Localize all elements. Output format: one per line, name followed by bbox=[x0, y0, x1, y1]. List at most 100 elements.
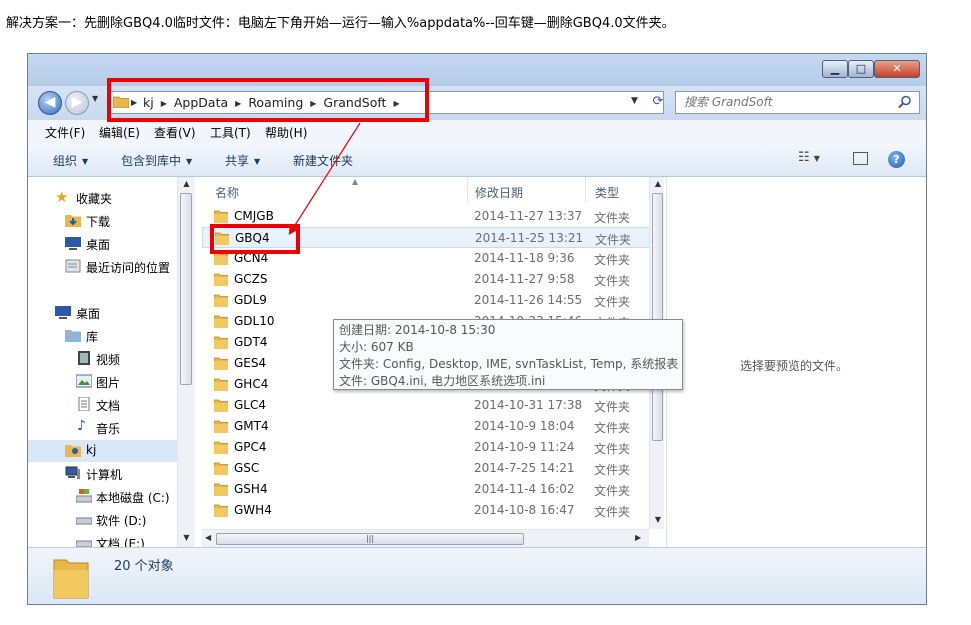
new-folder-button[interactable]: 新建文件夹 bbox=[293, 152, 353, 169]
folder-icon bbox=[214, 315, 228, 328]
star-icon: ★ bbox=[55, 188, 69, 206]
menu-file[interactable]: 文件(F) bbox=[45, 124, 85, 141]
file-name: GPC4 bbox=[234, 440, 267, 454]
view-options-icon[interactable]: ☷ ▼ bbox=[798, 150, 820, 165]
folder-tooltip: 创建日期: 2014-10-8 15:30 大小: 607 KB 文件夹: Co… bbox=[333, 319, 683, 390]
file-row-gsc[interactable]: GSC 2014-7-25 14:21 文件夹 bbox=[202, 458, 652, 479]
back-button[interactable]: ◀ bbox=[38, 91, 62, 115]
help-icon[interactable]: ? bbox=[888, 151, 905, 168]
search-input[interactable] bbox=[684, 95, 884, 109]
system-drive-icon bbox=[76, 489, 92, 503]
folder-icon bbox=[214, 294, 228, 307]
tooltip-size: 大小: 607 KB bbox=[339, 340, 414, 354]
folder-large-icon bbox=[53, 559, 89, 599]
file-row-gczs[interactable]: GCZS 2014-11-27 9:58 文件夹 bbox=[202, 269, 652, 290]
folder-icon bbox=[214, 357, 228, 370]
file-date: 2014-10-9 11:24 bbox=[474, 440, 575, 454]
file-date: 2014-7-25 14:21 bbox=[474, 461, 575, 475]
file-type: 文件夹 bbox=[595, 233, 632, 247]
sort-ascending-icon: ▲ bbox=[352, 177, 359, 186]
search-icon[interactable] bbox=[898, 95, 912, 109]
file-type: 文件夹 bbox=[594, 421, 631, 435]
scroll-up-icon[interactable]: ▲ bbox=[178, 179, 195, 188]
column-header-type[interactable]: 类型 bbox=[595, 184, 619, 201]
column-header-date[interactable]: 修改日期 bbox=[475, 184, 523, 201]
item-count: 20 个对象 bbox=[114, 559, 174, 574]
column-separator[interactable] bbox=[585, 177, 586, 203]
search-box[interactable] bbox=[675, 91, 920, 114]
file-date: 2014-11-27 13:37 bbox=[474, 209, 583, 223]
menu-bar: 文件(F) 编辑(E) 查看(V) 工具(T) 帮助(H) bbox=[28, 120, 926, 145]
file-row-gsh4[interactable]: GSH4 2014-11-4 16:02 文件夹 bbox=[202, 479, 652, 500]
address-highlight-box bbox=[107, 78, 429, 122]
file-date: 2014-11-26 14:55 bbox=[474, 293, 583, 307]
file-name: GMT4 bbox=[234, 419, 269, 433]
file-row-glc4[interactable]: GLC4 2014-10-31 17:38 文件夹 bbox=[202, 395, 652, 416]
horizontal-scrollbar[interactable]: ◀ ||| ▶ bbox=[202, 529, 649, 547]
preview-pane-icon[interactable] bbox=[853, 152, 868, 165]
column-header-name[interactable]: 名称 bbox=[215, 184, 239, 201]
user-folder-icon bbox=[65, 445, 81, 457]
file-name: GHC4 bbox=[234, 377, 269, 391]
refresh-icon[interactable]: ⟳ bbox=[646, 91, 670, 114]
menu-tools[interactable]: 工具(T) bbox=[210, 124, 251, 141]
file-type: 文件夹 bbox=[594, 274, 631, 288]
scroll-left-icon[interactable]: ◀ bbox=[205, 533, 211, 542]
horizontal-scroll-thumb[interactable]: ||| bbox=[216, 533, 524, 545]
command-bar: 组织 ▼ 包含到库中 ▼ 共享 ▼ 新建文件夹 ☷ ▼ ? bbox=[28, 144, 926, 177]
documents-icon bbox=[78, 397, 90, 411]
gbq4-highlight-box bbox=[210, 224, 300, 254]
file-name: GDT4 bbox=[234, 335, 268, 349]
menu-view[interactable]: 查看(V) bbox=[154, 124, 196, 141]
file-date: 2014-11-4 16:02 bbox=[474, 482, 575, 496]
file-row-gwh4[interactable]: GWH4 2014-10-8 16:47 文件夹 bbox=[202, 500, 652, 521]
file-name: GSH4 bbox=[234, 482, 268, 496]
include-library-button[interactable]: 包含到库中 ▼ bbox=[121, 152, 192, 169]
folder-icon bbox=[214, 483, 228, 496]
file-name: CMJGB bbox=[234, 209, 274, 223]
folder-icon bbox=[214, 336, 228, 349]
video-icon bbox=[78, 351, 90, 365]
nav-scrollbar[interactable]: ▲ ▼ bbox=[177, 177, 195, 547]
scroll-up-icon[interactable]: ▲ bbox=[650, 179, 664, 188]
file-scroll-thumb[interactable] bbox=[652, 193, 663, 441]
file-type: 文件夹 bbox=[594, 463, 631, 477]
organize-button[interactable]: 组织 ▼ bbox=[53, 152, 88, 169]
file-row-gmt4[interactable]: GMT4 2014-10-9 18:04 文件夹 bbox=[202, 416, 652, 437]
scroll-down-icon[interactable]: ▼ bbox=[650, 515, 664, 524]
chevron-down-icon: ▼ bbox=[82, 157, 89, 166]
forward-button[interactable]: ▶ bbox=[65, 91, 89, 115]
nav-user-kj[interactable]: kj bbox=[28, 440, 178, 462]
folder-icon bbox=[214, 420, 228, 433]
file-row-gpc4[interactable]: GPC4 2014-10-9 11:24 文件夹 bbox=[202, 437, 652, 458]
chevron-down-icon: ▼ bbox=[186, 157, 193, 166]
scroll-right-icon[interactable]: ▶ bbox=[635, 533, 641, 542]
file-name: GDL9 bbox=[234, 293, 267, 307]
folder-icon bbox=[214, 210, 228, 223]
file-name: GWH4 bbox=[234, 503, 272, 517]
file-date: 2014-10-31 17:38 bbox=[474, 398, 583, 412]
menu-edit[interactable]: 编辑(E) bbox=[99, 124, 140, 141]
tooltip-created: 创建日期: 2014-10-8 15:30 bbox=[339, 323, 496, 337]
file-name: GES4 bbox=[234, 356, 267, 370]
folder-icon bbox=[214, 441, 228, 454]
minimize-button[interactable]: ▁ bbox=[822, 60, 848, 78]
file-type: 文件夹 bbox=[594, 400, 631, 414]
history-dropdown-icon[interactable]: ▼ bbox=[92, 94, 98, 103]
folder-icon bbox=[214, 462, 228, 475]
address-dropdown-icon[interactable]: ▼ bbox=[631, 96, 638, 106]
scroll-down-icon[interactable]: ▼ bbox=[178, 533, 195, 542]
menu-help[interactable]: 帮助(H) bbox=[265, 124, 307, 141]
file-row-gdl9[interactable]: GDL9 2014-11-26 14:55 文件夹 bbox=[202, 290, 652, 311]
pictures-icon bbox=[76, 374, 92, 388]
file-type: 文件夹 bbox=[594, 211, 631, 225]
folder-icon bbox=[214, 504, 228, 517]
column-separator[interactable] bbox=[467, 177, 468, 203]
file-date: 2014-10-8 16:47 bbox=[474, 503, 575, 517]
share-button[interactable]: 共享 ▼ bbox=[225, 152, 260, 169]
maximize-button[interactable]: □ bbox=[848, 60, 874, 78]
close-button[interactable]: ✕ bbox=[874, 60, 920, 78]
folder-icon bbox=[214, 378, 228, 391]
nav-scroll-thumb[interactable] bbox=[180, 193, 192, 385]
desktop-icon bbox=[55, 306, 71, 319]
